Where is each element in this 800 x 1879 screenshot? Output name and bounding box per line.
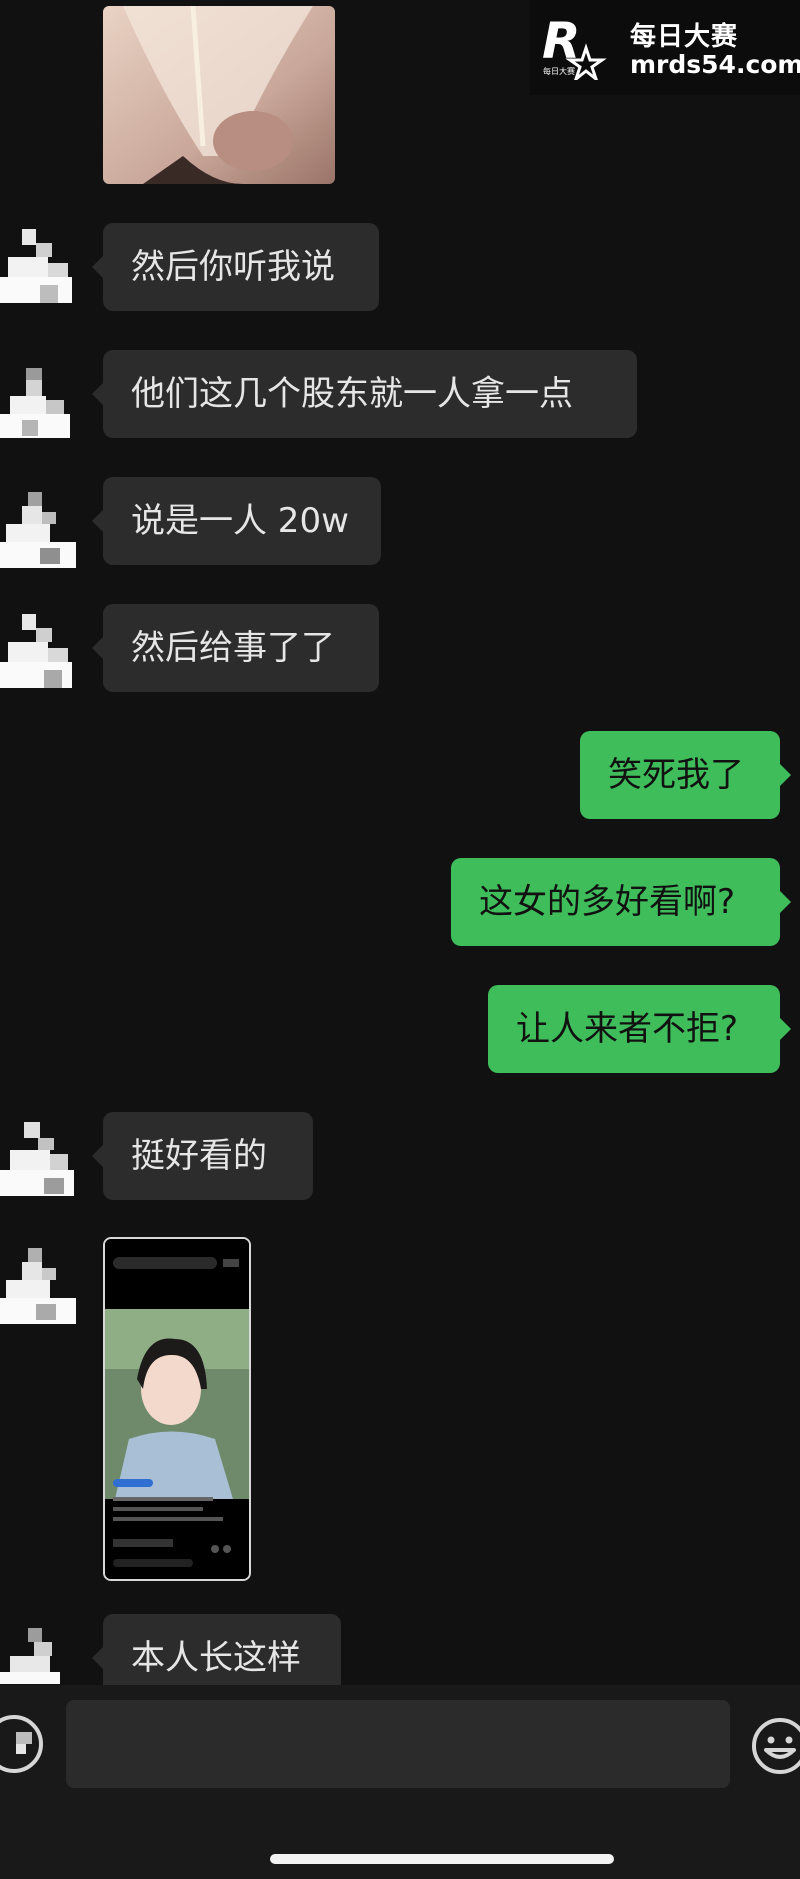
message-bubble-incoming[interactable]: 他们这几个股东就一人拿一点: [92, 350, 637, 438]
message-bubble-outgoing[interactable]: 笑死我了: [580, 731, 791, 819]
message-bubble-incoming[interactable]: 然后给事了了: [92, 604, 379, 692]
avatar[interactable]: [0, 1244, 76, 1336]
message-bubble-incoming[interactable]: 本人长这样: [92, 1614, 341, 1685]
image-message-photo[interactable]: [103, 6, 335, 184]
emoji-icon[interactable]: [750, 1716, 800, 1776]
message-bubble-incoming[interactable]: 挺好看的: [92, 1112, 313, 1200]
image-message-screenshot[interactable]: [103, 1237, 251, 1581]
message-bubble-outgoing[interactable]: 这女的多好看啊?: [451, 858, 791, 946]
avatar[interactable]: [0, 1624, 76, 1684]
avatar[interactable]: [0, 223, 76, 315]
avatar[interactable]: [0, 356, 76, 448]
message-input[interactable]: [66, 1700, 730, 1788]
message-bubble-incoming[interactable]: 说是一人 20w: [92, 477, 381, 565]
avatar[interactable]: [0, 488, 76, 580]
logo-icon: R 每日大赛: [542, 14, 607, 80]
message-bubble-incoming[interactable]: 然后你听我说: [92, 223, 379, 311]
photo-thumbnail: [103, 6, 335, 184]
home-indicator: [270, 1854, 614, 1864]
avatar[interactable]: [0, 1116, 76, 1208]
message-bubble-outgoing[interactable]: 让人来者不拒?: [488, 985, 791, 1073]
svg-text:每日大赛: 每日大赛: [543, 66, 575, 76]
watermark-title: 每日大赛: [630, 22, 739, 52]
video-screenshot: [105, 1239, 249, 1579]
watermark-url: mrds54.com: [630, 50, 800, 79]
voice-icon[interactable]: [0, 1712, 46, 1776]
avatar[interactable]: [0, 608, 76, 700]
watermark: R 每日大赛 每日大赛 mrds54.com: [530, 0, 800, 95]
